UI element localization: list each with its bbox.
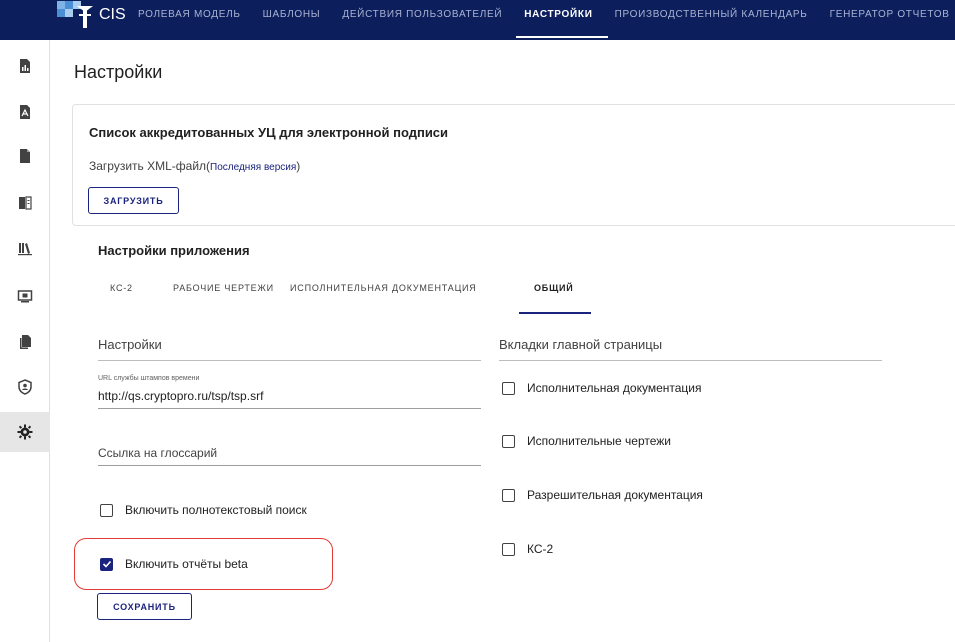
latest-version-link[interactable]: Последняя версия xyxy=(210,162,296,173)
tab-working-drawings[interactable]: Рабочие чертежи xyxy=(173,283,274,293)
fulltext-search-checkbox-row[interactable]: Включить полнотекстовый поиск xyxy=(100,503,307,517)
timestamp-url-input[interactable]: http://qs.cryptopro.ru/tsp/tsp.srf xyxy=(98,389,263,403)
nav-item-user-actions[interactable]: Действия пользователей xyxy=(342,0,502,36)
monitor-icon xyxy=(17,290,33,303)
main-tab-executive-docs-row[interactable]: Исполнительная документация xyxy=(502,381,701,395)
save-button[interactable]: Сохранить xyxy=(97,593,192,620)
tab-ks2[interactable]: КС-2 xyxy=(110,283,133,293)
main-tab-ks2-checkbox[interactable] xyxy=(502,542,515,556)
main-tab-executive-drawings-checkbox[interactable] xyxy=(502,434,515,448)
checkmark-icon xyxy=(102,560,111,568)
main-tab-executive-docs-label: Исполнительная документация xyxy=(527,381,702,395)
document-icon xyxy=(20,149,30,163)
app-name: CIS xyxy=(99,6,126,23)
sidebar-item-security[interactable] xyxy=(0,367,50,407)
nav-active-indicator xyxy=(516,36,608,38)
report-document-icon xyxy=(20,59,30,73)
gear-icon xyxy=(17,424,33,440)
timestamp-url-underline xyxy=(98,408,481,409)
shield-user-icon xyxy=(18,379,32,395)
app-logo[interactable]: CIS xyxy=(55,0,126,40)
sidebar-item-documents[interactable] xyxy=(0,136,50,176)
glossary-link-input[interactable]: Ссылка на глоссарий xyxy=(98,446,217,460)
fulltext-search-checkbox[interactable] xyxy=(100,503,113,517)
ca-list-card: Список аккредитованных УЦ для электронно… xyxy=(72,104,955,226)
sidebar-item-monitor[interactable] xyxy=(0,276,50,316)
file-copy-icon xyxy=(20,335,31,349)
fulltext-search-label: Включить полнотекстовый поиск xyxy=(125,503,307,517)
nav-item-production-calendar[interactable]: Производственный календарь xyxy=(615,0,808,36)
reports-beta-checkbox-row[interactable]: Включить отчёты beta xyxy=(100,557,248,571)
page-title: Настройки xyxy=(74,62,163,82)
tab-general[interactable]: Общий xyxy=(534,283,574,293)
library-icon xyxy=(18,243,32,256)
sidebar-item-compare[interactable] xyxy=(0,183,50,223)
nav-item-templates[interactable]: Шаблоны xyxy=(263,0,321,36)
sidebar-item-signed-documents[interactable] xyxy=(0,92,50,132)
app-settings-title: Настройки приложения xyxy=(98,243,250,258)
main-tab-executive-docs-checkbox[interactable] xyxy=(502,381,515,395)
nav-item-role-model[interactable]: Ролевая модель xyxy=(138,0,241,36)
main-nav: Ролевая модель Шаблоны Действия пользова… xyxy=(138,0,955,40)
settings-column-header: Настройки xyxy=(98,337,162,352)
main-tab-executive-drawings-label: Исполнительные чертежи xyxy=(527,434,671,448)
reports-beta-checkbox[interactable] xyxy=(100,557,113,571)
main-tab-permit-docs-label: Разрешительная документация xyxy=(527,488,703,502)
signed-document-icon xyxy=(20,105,30,119)
main-tab-executive-drawings-row[interactable]: Исполнительные чертежи xyxy=(502,434,671,448)
main-tab-ks2-row[interactable]: КС-2 xyxy=(502,542,553,556)
cis-logo-icon xyxy=(55,0,99,34)
upload-button[interactable]: Загрузить xyxy=(88,187,179,214)
main-tab-permit-docs-checkbox[interactable] xyxy=(502,488,515,502)
main-tab-ks2-label: КС-2 xyxy=(527,542,554,556)
upload-xml-text-end: ) xyxy=(296,159,301,173)
sidebar-item-settings[interactable] xyxy=(0,412,50,452)
sidebar-item-files[interactable] xyxy=(0,322,50,362)
nav-item-report-generator[interactable]: Генератор отчетов xyxy=(830,0,950,36)
sidebar-item-library[interactable] xyxy=(0,228,50,268)
upload-xml-text: Загрузить XML-файл( xyxy=(89,159,211,173)
nav-item-settings[interactable]: Настройки xyxy=(524,0,592,36)
sidebar xyxy=(0,40,50,642)
ca-list-title: Список аккредитованных УЦ для электронно… xyxy=(89,125,449,140)
main-tabs-column-header: Вкладки главной страницы xyxy=(499,337,663,352)
divider xyxy=(98,360,481,361)
documents-compare-icon xyxy=(19,196,32,210)
sidebar-item-reports[interactable] xyxy=(0,46,50,86)
tab-active-indicator xyxy=(519,312,591,314)
main-tab-permit-docs-row[interactable]: Разрешительная документация xyxy=(502,488,703,502)
divider xyxy=(499,360,882,361)
upload-xml-line: Загрузить XML-файл(Последняя версия) xyxy=(89,159,300,173)
top-navigation-bar: CIS Ролевая модель Шаблоны Действия поль… xyxy=(0,0,955,40)
timestamp-url-label: URL службы штампов времени xyxy=(98,375,200,382)
tab-executive-documentation[interactable]: Исполнительная документация xyxy=(290,283,477,293)
reports-beta-label: Включить отчёты beta xyxy=(125,557,248,571)
glossary-link-underline xyxy=(98,465,481,466)
